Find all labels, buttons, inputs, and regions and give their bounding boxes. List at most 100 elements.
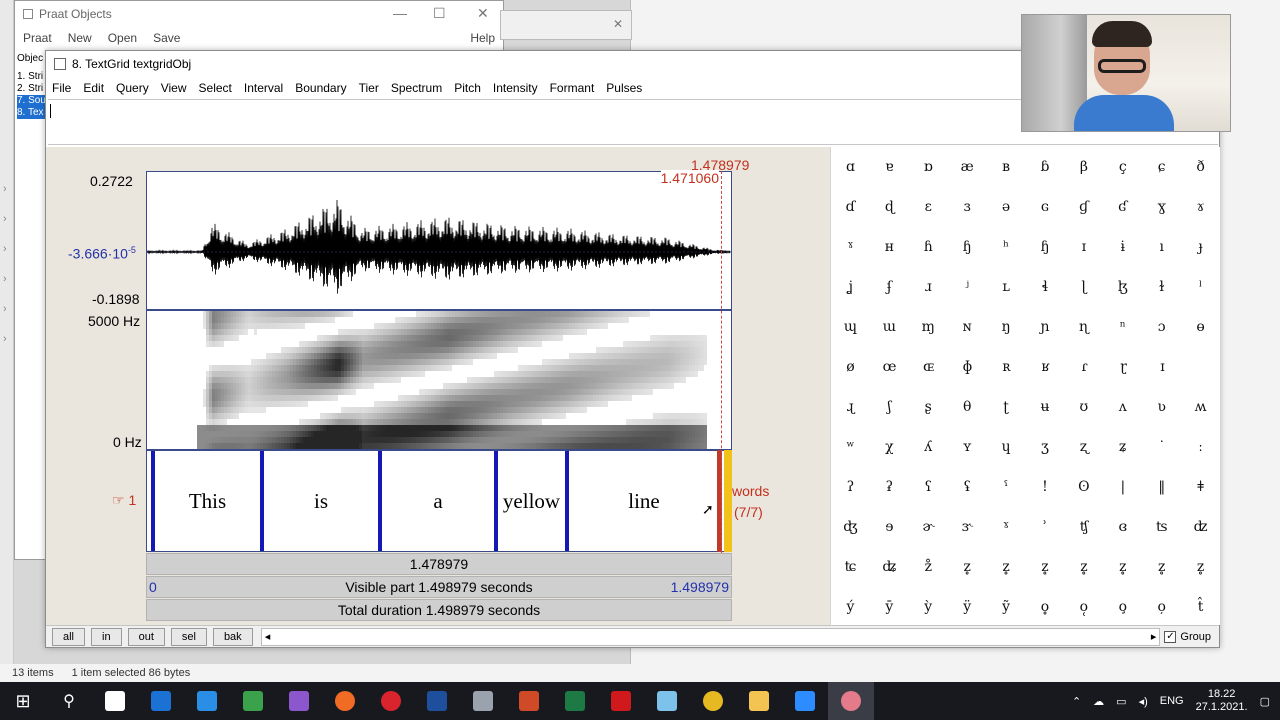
- ipa-symbol-button[interactable]: o̦: [1142, 599, 1181, 615]
- ipa-symbol-button[interactable]: ɞ: [1103, 519, 1142, 535]
- ipa-symbol-button[interactable]: ʲ: [948, 279, 987, 295]
- ipa-symbol-button[interactable]: ˤ: [987, 479, 1026, 495]
- ipa-symbol-button[interactable]: ‖: [1142, 479, 1181, 495]
- ipa-symbol-button[interactable]: ý: [831, 599, 870, 615]
- ipa-symbol-button[interactable]: ə: [987, 199, 1026, 215]
- firefox-icon[interactable]: [322, 682, 368, 720]
- ipa-symbol-button[interactable]: ʊ: [1064, 399, 1103, 415]
- opera-icon[interactable]: [368, 682, 414, 720]
- mail-icon[interactable]: [138, 682, 184, 720]
- notification-icon[interactable]: ▢: [1260, 695, 1270, 708]
- ipa-symbol-button[interactable]: ɚ: [909, 519, 948, 535]
- ipa-symbol-button[interactable]: ǂ: [1181, 479, 1220, 495]
- ipa-symbol-button[interactable]: ɰ: [831, 319, 870, 335]
- menu-open[interactable]: Open: [108, 31, 137, 45]
- ipa-symbol-button[interactable]: ÿ: [948, 599, 987, 615]
- ipa-symbol-button[interactable]: ı: [1142, 239, 1181, 255]
- ipa-symbol-button[interactable]: z̥: [1064, 559, 1103, 575]
- ipa-symbol-button[interactable]: ɒ: [909, 159, 948, 175]
- ipa-symbol-button[interactable]: ɗ: [831, 199, 870, 215]
- ipa-symbol-button[interactable]: z̥: [1026, 559, 1065, 575]
- ipa-symbol-button[interactable]: ɕ: [1142, 159, 1181, 175]
- archive-icon[interactable]: [414, 682, 460, 720]
- ipa-symbol-button[interactable]: ɛ: [909, 199, 948, 215]
- ipa-symbol-button[interactable]: ɦ: [909, 239, 948, 255]
- language-indicator[interactable]: ENG: [1160, 695, 1184, 707]
- ipa-symbol-button[interactable]: ɱ: [909, 319, 948, 335]
- ipa-symbol-button[interactable]: ɣ: [1142, 199, 1181, 215]
- ipa-symbol-button[interactable]: ˠ: [987, 519, 1026, 535]
- minimize-icon[interactable]: —: [393, 5, 407, 21]
- zoom-all-button[interactable]: all: [52, 627, 86, 646]
- ipa-symbol-button[interactable]: ɮ: [1103, 279, 1142, 295]
- ipa-symbol-button[interactable]: ʌ: [1103, 399, 1142, 415]
- menu-boundary[interactable]: Boundary: [295, 81, 354, 95]
- chevron-right-icon[interactable]: ›: [3, 213, 7, 225]
- ipa-symbol-button[interactable]: !: [1026, 479, 1065, 495]
- ipa-symbol-button[interactable]: ø: [831, 359, 870, 375]
- ipa-symbol-button[interactable]: ʝ: [831, 279, 870, 295]
- chevron-right-icon[interactable]: ›: [3, 243, 7, 255]
- ipa-symbol-button[interactable]: ỹ: [987, 599, 1026, 615]
- ipa-symbol-button[interactable]: ɶ: [909, 359, 948, 375]
- ipa-symbol-button[interactable]: ɽ: [1104, 359, 1143, 375]
- ipa-symbol-button[interactable]: ʣ: [1181, 519, 1220, 535]
- settings-app-icon[interactable]: [460, 682, 506, 720]
- ipa-symbol-button[interactable]: ʷ: [831, 439, 870, 455]
- ipa-symbol-button[interactable]: ʃ: [870, 399, 909, 415]
- textgrid-tier[interactable]: This is a yellow line ➚: [146, 450, 732, 552]
- menu-help[interactable]: Help: [470, 31, 495, 45]
- ipa-symbol-button[interactable]: ɫ: [1142, 279, 1181, 295]
- ipa-symbol-button[interactable]: ȳ: [870, 599, 909, 615]
- ipa-symbol-button[interactable]: ɟ: [1181, 239, 1220, 255]
- ipa-symbol-button[interactable]: z̥: [948, 559, 987, 575]
- menu-file[interactable]: File: [52, 81, 79, 95]
- ipa-symbol-button[interactable]: ɾ: [1065, 359, 1104, 375]
- ipa-symbol-button[interactable]: ð: [1181, 159, 1220, 175]
- sfs-icon[interactable]: [230, 682, 276, 720]
- waveform-panel[interactable]: 1.471060: [146, 170, 732, 310]
- ipa-symbol-button[interactable]: æ: [948, 159, 987, 175]
- snip-tool-icon[interactable]: [644, 682, 690, 720]
- ipa-symbol-button[interactable]: t̂: [1181, 599, 1220, 615]
- ipa-symbol-button[interactable]: ʏ: [948, 439, 987, 455]
- ipa-symbol-button[interactable]: z̥: [1181, 559, 1220, 575]
- chevron-right-icon[interactable]: ›: [3, 333, 7, 345]
- ipa-symbol-button[interactable]: z̥: [1142, 559, 1181, 575]
- ipa-symbol-button[interactable]: ɸ: [948, 359, 987, 375]
- menu-view[interactable]: View: [161, 81, 195, 95]
- ipa-symbol-button[interactable]: ˠ: [831, 239, 870, 255]
- ipa-symbol-button[interactable]: ʜ: [870, 239, 909, 255]
- ipa-symbol-button[interactable]: ɭ: [1064, 279, 1103, 295]
- chevron-right-icon[interactable]: ›: [3, 183, 7, 195]
- close-icon[interactable]: ✕: [477, 5, 489, 22]
- ipa-symbol-button[interactable]: ʄ: [870, 279, 909, 295]
- ipa-symbol-button[interactable]: o̜: [1064, 599, 1103, 615]
- ipa-symbol-button[interactable]: ʋ: [1142, 399, 1181, 415]
- scroll-right-icon[interactable]: ▸: [1151, 630, 1157, 643]
- ipa-symbol-button[interactable]: o̧: [1103, 599, 1142, 615]
- ipa-symbol-button[interactable]: ʂ: [909, 399, 948, 415]
- ipa-symbol-button[interactable]: ɬ: [1026, 279, 1065, 295]
- menu-select[interactable]: Select: [199, 81, 240, 95]
- tier-pointer-icon[interactable]: ☞ 1: [112, 492, 136, 509]
- menu-new[interactable]: New: [68, 31, 92, 45]
- ipa-symbol-button[interactable]: ɥ: [987, 439, 1026, 455]
- ipa-symbol-button[interactable]: z̥: [987, 559, 1026, 575]
- menu-query[interactable]: Query: [116, 81, 157, 95]
- menu-spectrum[interactable]: Spectrum: [391, 81, 450, 95]
- ipa-symbol-button[interactable]: ɨ: [1103, 239, 1142, 255]
- ipa-symbol-button[interactable]: ɳ: [1064, 319, 1103, 335]
- praat-icon[interactable]: [828, 682, 874, 720]
- menu-tier[interactable]: Tier: [359, 81, 387, 95]
- ipa-symbol-button[interactable]: ʈ: [987, 399, 1026, 415]
- ipa-symbol-button[interactable]: ʎ: [909, 439, 948, 455]
- checkbox-checked-icon[interactable]: ✓: [1164, 630, 1177, 643]
- interval-text[interactable]: This: [155, 489, 260, 514]
- ipa-symbol-button[interactable]: ʘ: [1064, 479, 1103, 495]
- ipa-symbol-button[interactable]: ʙ: [987, 159, 1026, 175]
- ipa-symbol-button[interactable]: ʒ: [1026, 439, 1065, 455]
- total-duration-bar[interactable]: Total duration 1.498979 seconds: [146, 599, 732, 621]
- battery-icon[interactable]: ▭: [1116, 695, 1126, 708]
- ipa-symbol-button[interactable]: ʁ: [1026, 359, 1065, 375]
